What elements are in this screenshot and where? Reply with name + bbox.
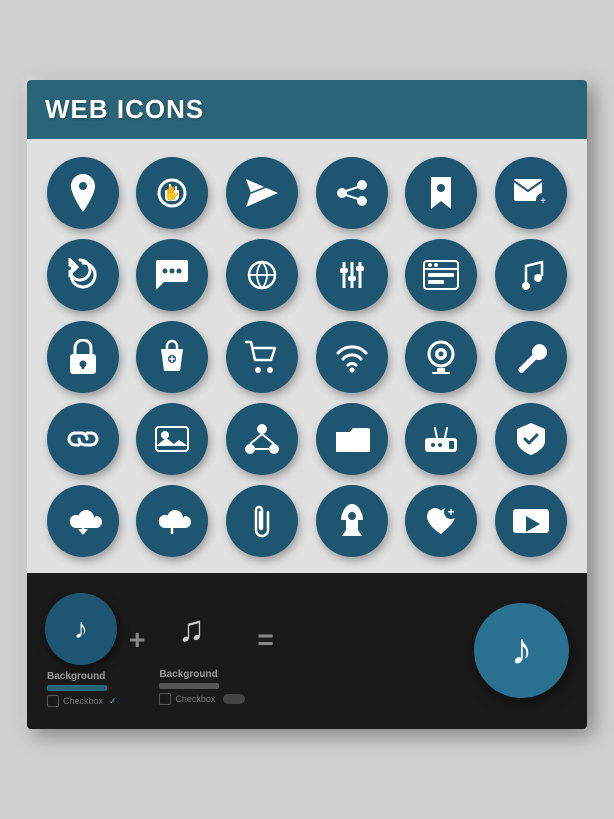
music-note-gray-icon: ♫ bbox=[178, 608, 205, 650]
router-icon[interactable] bbox=[405, 403, 477, 475]
outer-frame: WEB ICONS ✋ bbox=[0, 0, 614, 819]
svg-text:✋: ✋ bbox=[164, 185, 181, 201]
heart-add-icon[interactable]: + bbox=[405, 485, 477, 557]
svg-text:+: + bbox=[448, 505, 455, 519]
svg-text:+: + bbox=[540, 196, 546, 207]
plus-operator: + bbox=[129, 624, 145, 656]
image-icon[interactable] bbox=[136, 403, 208, 475]
icons-grid: ✋ + bbox=[43, 157, 571, 557]
music-note-dark: ♪ bbox=[74, 613, 88, 645]
bottom-left-checkbox-row: Checkbox ✓ bbox=[47, 695, 117, 707]
cart-icon[interactable] bbox=[226, 321, 298, 393]
bottom-result-item: ♪ bbox=[474, 603, 569, 698]
sliders-icon[interactable] bbox=[316, 239, 388, 311]
bottom-music-large: ♪ bbox=[474, 603, 569, 698]
equals-operator: = bbox=[257, 624, 273, 656]
webcam-icon[interactable] bbox=[405, 321, 477, 393]
browser-icon[interactable] bbox=[405, 239, 477, 311]
page-title: WEB ICONS bbox=[45, 94, 204, 124]
cloud-download-icon[interactable] bbox=[47, 485, 119, 557]
checkbox-toggle[interactable] bbox=[223, 694, 245, 704]
checkmark-icon: ✓ bbox=[109, 696, 117, 707]
bottom-music-dark: ♪ bbox=[45, 593, 117, 665]
bookmark-icon[interactable] bbox=[405, 157, 477, 229]
stop-hand-icon[interactable]: ✋ bbox=[136, 157, 208, 229]
link-icon[interactable] bbox=[47, 403, 119, 475]
bottom-left-label: Background bbox=[47, 671, 105, 682]
bottom-right-color-bar bbox=[159, 683, 219, 689]
video-player-icon[interactable] bbox=[495, 485, 567, 557]
refresh-icon[interactable] bbox=[47, 239, 119, 311]
bottom-left-color-bar bbox=[47, 685, 107, 691]
shield-icon[interactable] bbox=[495, 403, 567, 475]
bottom-middle-item: ♫ Background Checkbox bbox=[157, 595, 245, 705]
card: WEB ICONS ✋ bbox=[27, 80, 587, 729]
shopping-bag-icon[interactable] bbox=[136, 321, 208, 393]
paperclip-icon[interactable] bbox=[226, 485, 298, 557]
bottom-right-checkbox-label: Checkbox bbox=[175, 694, 215, 704]
cloud-upload-icon[interactable] bbox=[136, 485, 208, 557]
bottom-section: ♪ Background Checkbox ✓ + ♫ Background bbox=[27, 573, 587, 729]
bottom-right-label: Background bbox=[159, 669, 217, 680]
music-note-large-icon: ♪ bbox=[511, 625, 533, 675]
wrench-icon[interactable] bbox=[495, 321, 567, 393]
lock-icon[interactable] bbox=[47, 321, 119, 393]
bottom-left-checkbox[interactable] bbox=[47, 695, 59, 707]
icons-area: ✋ + bbox=[27, 139, 587, 573]
bottom-left-checkbox-label: Checkbox bbox=[63, 696, 103, 706]
bottom-music-gray: ♫ bbox=[157, 595, 225, 663]
header: WEB ICONS bbox=[27, 80, 587, 139]
folder-icon[interactable] bbox=[316, 403, 388, 475]
chat-icon[interactable] bbox=[136, 239, 208, 311]
network-icon[interactable] bbox=[226, 403, 298, 475]
paper-plane-icon[interactable] bbox=[226, 157, 298, 229]
share-dots-icon[interactable] bbox=[316, 157, 388, 229]
globe-icon[interactable] bbox=[226, 239, 298, 311]
bottom-left-item: ♪ Background Checkbox ✓ bbox=[45, 593, 117, 707]
bottom-right-checkbox-row: Checkbox bbox=[159, 693, 245, 705]
rocket-icon[interactable] bbox=[316, 485, 388, 557]
mail-add-icon[interactable]: + bbox=[495, 157, 567, 229]
wifi-icon[interactable] bbox=[316, 321, 388, 393]
location-pin-icon[interactable] bbox=[47, 157, 119, 229]
music-note-icon[interactable] bbox=[495, 239, 567, 311]
bottom-right-checkbox[interactable] bbox=[159, 693, 171, 705]
